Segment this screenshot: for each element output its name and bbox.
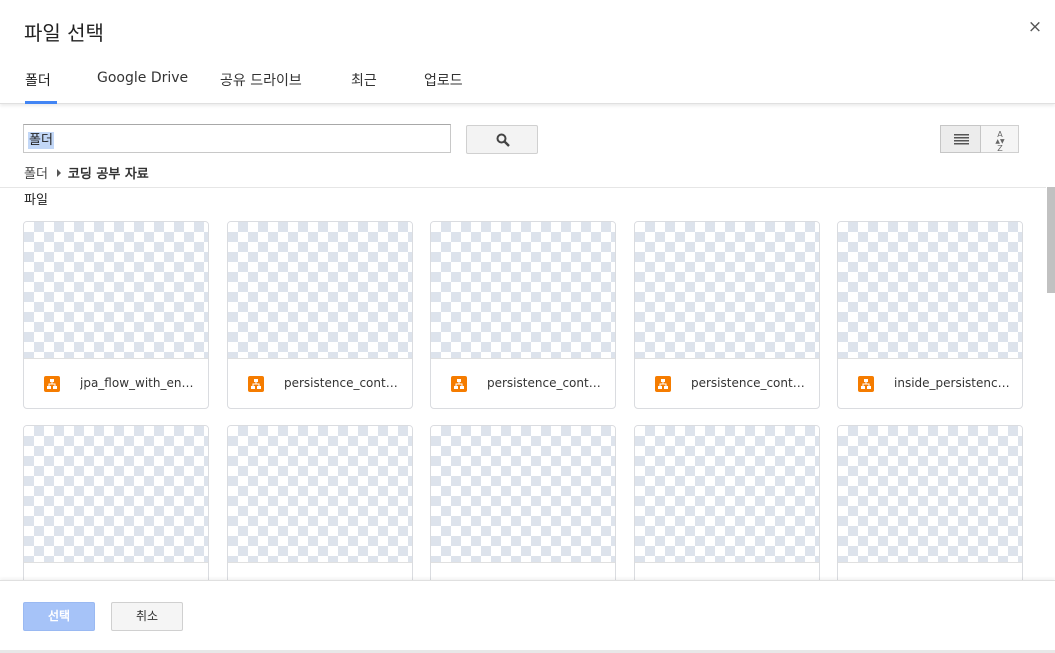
chevron-right-icon bbox=[56, 169, 61, 177]
file-name: inside_persistence_context bbox=[894, 376, 1012, 390]
file-name: persistence_context bbox=[284, 376, 402, 390]
tab-shared-drives[interactable]: 공유 드라이브 bbox=[220, 64, 302, 104]
dialog-footer: 선택 취소 bbox=[0, 580, 1055, 653]
file-thumbnail bbox=[24, 426, 208, 563]
file-card[interactable] bbox=[837, 425, 1023, 580]
dialog-title: 파일 선택 bbox=[24, 21, 104, 45]
toolbar: 폴더 A ▲▼ Z 폴더 코딩 공부 자료 bbox=[0, 105, 1055, 187]
tab-folder[interactable]: 폴더 bbox=[25, 64, 57, 104]
file-card[interactable]: persistence_context bbox=[227, 221, 413, 409]
scrollbar-thumb[interactable] bbox=[1047, 187, 1055, 293]
diagram-file-icon bbox=[858, 376, 874, 392]
file-thumbnail bbox=[228, 426, 412, 563]
search-input-value: 폴더 bbox=[28, 132, 54, 149]
search-icon bbox=[496, 133, 510, 147]
tab-recent[interactable]: 최근 bbox=[351, 64, 377, 104]
file-thumbnail bbox=[24, 222, 208, 359]
section-label: 파일 bbox=[24, 193, 48, 208]
breadcrumb: 폴더 코딩 공부 자료 bbox=[24, 163, 149, 182]
file-thumbnail bbox=[431, 426, 615, 563]
file-card[interactable] bbox=[227, 425, 413, 580]
sort-az-icon: A ▲▼ Z bbox=[993, 131, 1007, 153]
tab-upload[interactable]: 업로드 bbox=[424, 64, 463, 104]
file-card[interactable] bbox=[430, 425, 616, 580]
diagram-file-icon bbox=[655, 376, 671, 392]
file-name: jpa_flow_with_entity bbox=[80, 376, 198, 390]
dialog-header: 파일 선택 × 폴더 Google Drive 공유 드라이브 최근 업로드 bbox=[0, 0, 1055, 104]
sort-button[interactable]: A ▲▼ Z bbox=[981, 125, 1019, 153]
file-card[interactable] bbox=[23, 425, 209, 580]
file-list-area: 파일 jpa_flow_with_entity persistence_cont… bbox=[0, 187, 1055, 580]
cancel-button[interactable]: 취소 bbox=[111, 602, 183, 631]
file-card[interactable]: persistence_context bbox=[430, 221, 616, 409]
close-icon[interactable]: × bbox=[1026, 18, 1044, 36]
select-button[interactable]: 선택 bbox=[23, 602, 95, 631]
file-card[interactable] bbox=[634, 425, 820, 580]
file-name: persistence_context bbox=[487, 376, 605, 390]
diagram-file-icon bbox=[451, 376, 467, 392]
list-view-icon bbox=[954, 134, 969, 145]
sort-az-bottom: Z bbox=[997, 144, 1003, 153]
file-name: persistence_context bbox=[691, 376, 809, 390]
diagram-file-icon bbox=[44, 376, 60, 392]
file-thumbnail bbox=[838, 426, 1022, 563]
breadcrumb-current: 코딩 공부 자료 bbox=[67, 167, 149, 182]
file-thumbnail bbox=[431, 222, 615, 359]
file-thumbnail bbox=[228, 222, 412, 359]
file-card[interactable]: persistence_context bbox=[634, 221, 820, 409]
file-thumbnail bbox=[838, 222, 1022, 359]
scrollbar[interactable] bbox=[1046, 187, 1055, 580]
search-button[interactable] bbox=[466, 125, 538, 154]
file-thumbnail bbox=[635, 426, 819, 563]
breadcrumb-root[interactable]: 폴더 bbox=[24, 167, 48, 182]
search-input[interactable]: 폴더 bbox=[23, 124, 451, 153]
diagram-file-icon bbox=[248, 376, 264, 392]
file-card[interactable]: inside_persistence_context bbox=[837, 221, 1023, 409]
file-card[interactable]: jpa_flow_with_entity bbox=[23, 221, 209, 409]
file-thumbnail bbox=[635, 222, 819, 359]
tab-google-drive[interactable]: Google Drive bbox=[97, 64, 188, 104]
list-view-button[interactable] bbox=[940, 125, 981, 153]
